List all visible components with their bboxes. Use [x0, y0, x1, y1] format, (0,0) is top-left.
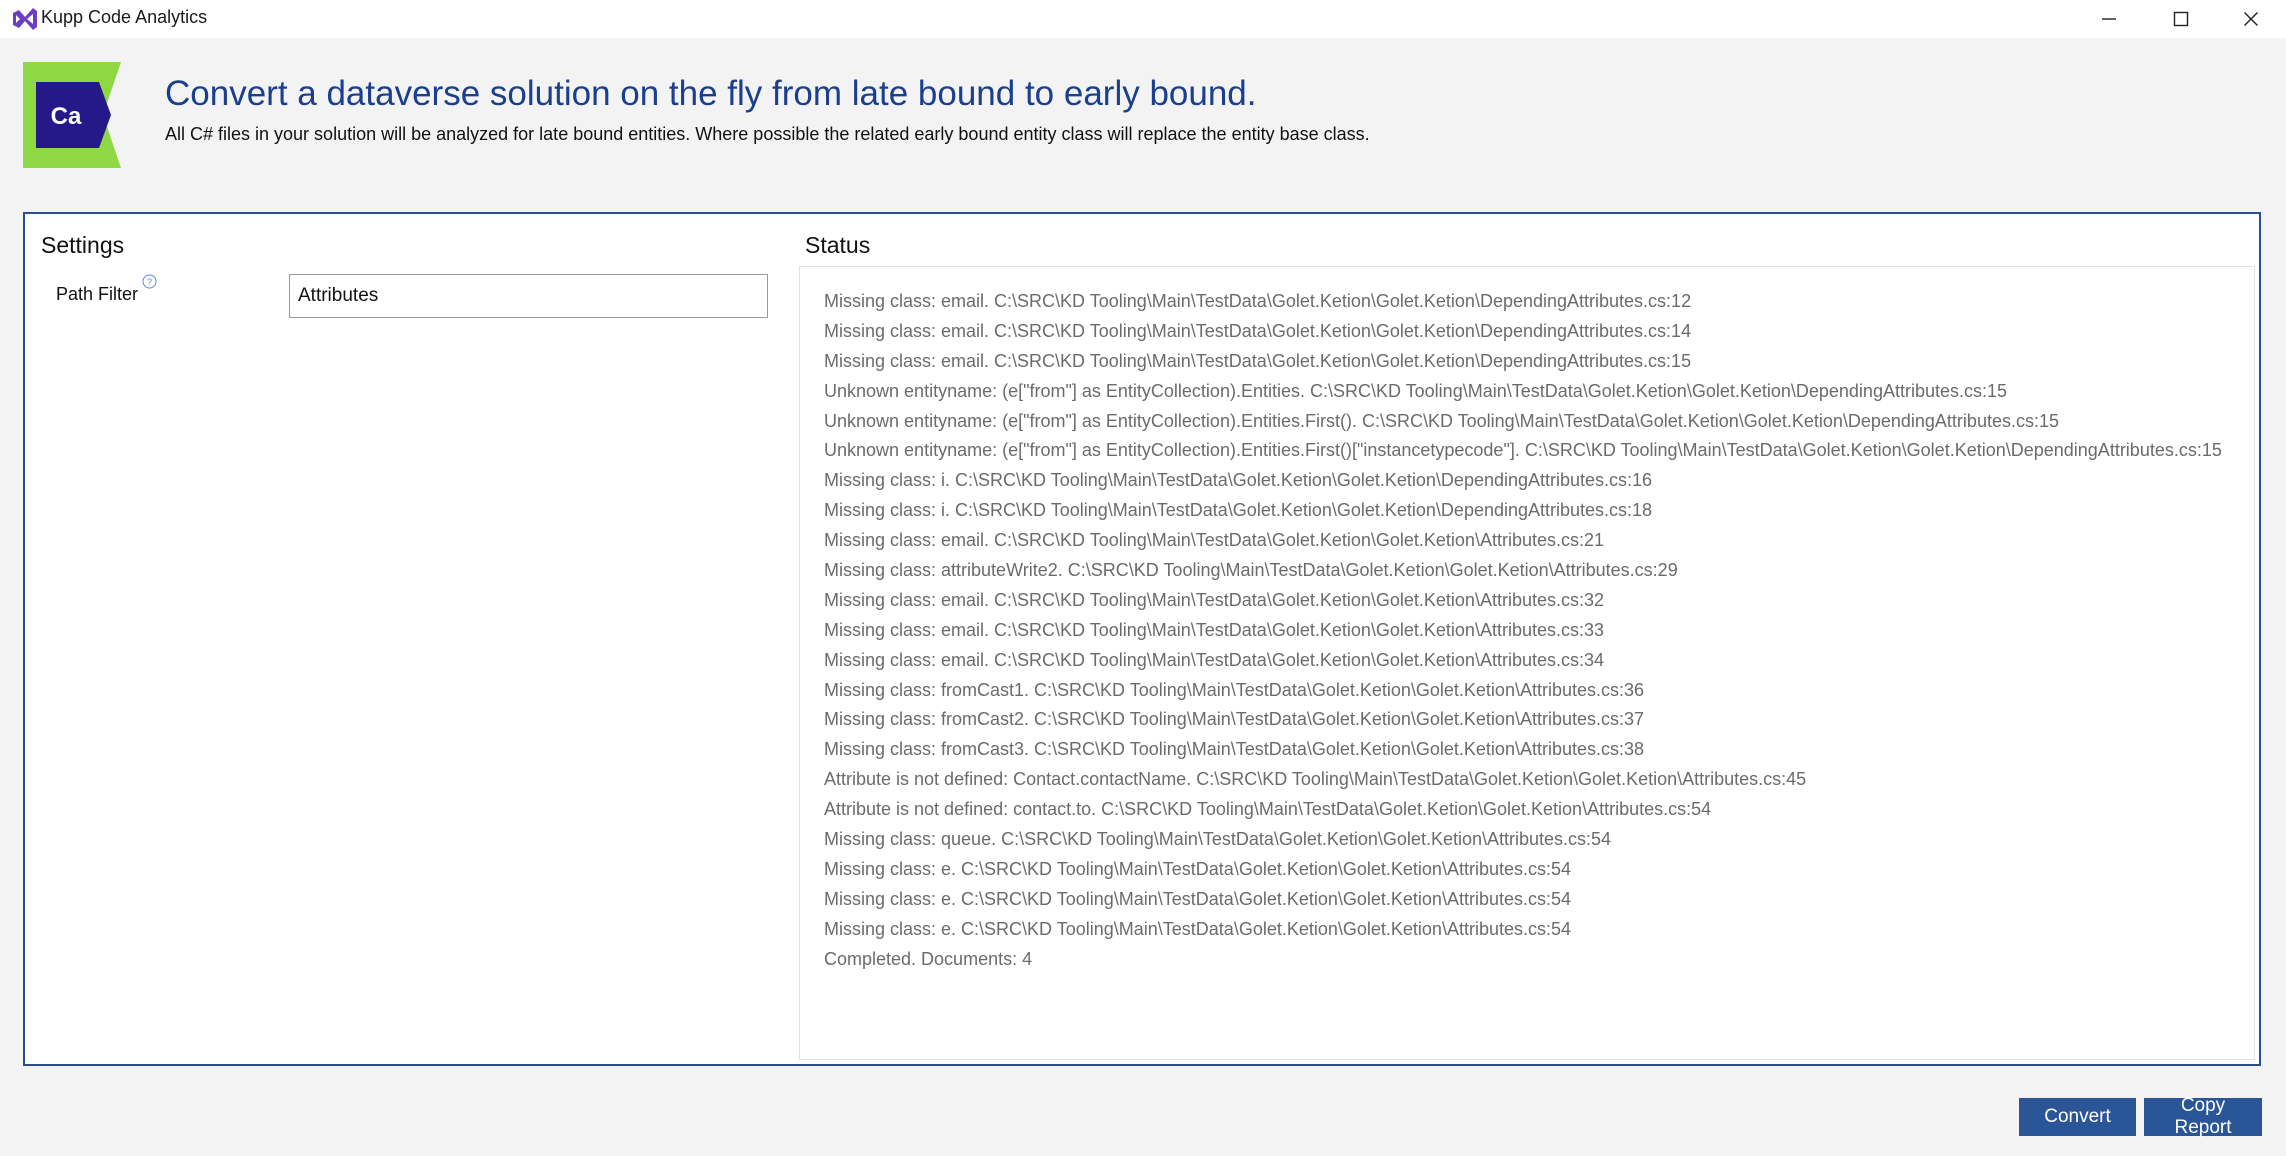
path-filter-label: Path Filter — [56, 284, 139, 304]
status-line: Missing class: email. C:\SRC\KD Tooling\… — [824, 291, 1692, 311]
page-title: Convert a dataverse solution on the fly … — [165, 74, 1257, 113]
status-line: Attribute is not defined: Contact.contac… — [824, 769, 1807, 790]
status-heading: Status — [805, 232, 871, 258]
window-title: Kupp Code Analytics — [41, 7, 208, 27]
status-line: Missing class: e. C:\SRC\KD Tooling\Main… — [824, 888, 1571, 909]
status-line: Missing class: fromCast1. C:\SRC\KD Tool… — [824, 679, 1645, 700]
status-list: Missing class: email. C:\SRC\KD Tooling\… — [824, 287, 2222, 974]
status-line: Unknown entityname: (e["from"] as Entity… — [824, 410, 2059, 431]
status-line: Missing class: e. C:\SRC\KD Tooling\Main… — [824, 918, 1571, 939]
status-line: Missing class: i. C:\SRC\KD Tooling\Main… — [824, 500, 1653, 521]
status-line: Completed. Documents: 4 — [824, 948, 1033, 969]
status-line: Attribute is not defined: contact.to. C:… — [824, 799, 1712, 820]
settings-heading: Settings — [41, 232, 125, 258]
help-icon[interactable]: ? — [142, 274, 157, 289]
logo-text: Ca — [51, 103, 82, 130]
status-line: Missing class: email. C:\SRC\KD Tooling\… — [824, 530, 1605, 551]
status-line: Missing class: e. C:\SRC\KD Tooling\Main… — [824, 858, 1571, 879]
status-line: Missing class: email. C:\SRC\KD Tooling\… — [824, 649, 1605, 670]
close-icon — [2244, 12, 2258, 26]
maximize-button[interactable] — [2146, 0, 2216, 38]
close-button[interactable] — [2216, 0, 2286, 38]
app-window: Kupp Code Analytics Ca Convert a dataver… — [0, 0, 2286, 1156]
title-bar: Kupp Code Analytics — [0, 0, 2286, 38]
status-line: Missing class: attributeWrite2. C:\SRC\K… — [824, 560, 1678, 581]
minimize-icon — [2102, 18, 2116, 20]
status-line: Unknown entityname: (e["from"] as Entity… — [824, 380, 2008, 401]
convert-button[interactable]: Convert — [2019, 1098, 2136, 1136]
status-line: Missing class: fromCast3. C:\SRC\KD Tool… — [824, 739, 1645, 760]
status-line: Missing class: i. C:\SRC\KD Tooling\Main… — [824, 470, 1653, 491]
status-log[interactable]: Missing class: email. C:\SRC\KD Tooling\… — [799, 266, 2255, 1060]
page-description: All C# files in your solution will be an… — [165, 124, 1370, 144]
copy-report-button[interactable]: Copy Report — [2144, 1095, 2262, 1138]
status-line: Missing class: queue. C:\SRC\KD Tooling\… — [824, 829, 1612, 850]
main-panel: Settings Path Filter ? Status Missing cl… — [23, 212, 2261, 1066]
app-icon — [10, 5, 38, 33]
status-line: Missing class: email. C:\SRC\KD Tooling\… — [824, 320, 1692, 341]
status-line: Missing class: email. C:\SRC\KD Tooling\… — [824, 350, 1692, 371]
minimize-button[interactable] — [2074, 0, 2144, 38]
logo: Ca — [23, 62, 121, 168]
header: Ca Convert a dataverse solution on the f… — [0, 38, 2286, 178]
status-line: Missing class: email. C:\SRC\KD Tooling\… — [824, 619, 1605, 640]
status-line: Missing class: fromCast2. C:\SRC\KD Tool… — [824, 709, 1645, 730]
status-line: Unknown entityname: (e["from"] as Entity… — [824, 440, 2222, 461]
svg-text:?: ? — [147, 277, 152, 287]
path-filter-input[interactable] — [289, 274, 768, 318]
status-line: Missing class: email. C:\SRC\KD Tooling\… — [824, 589, 1605, 610]
maximize-icon — [2173, 11, 2189, 27]
